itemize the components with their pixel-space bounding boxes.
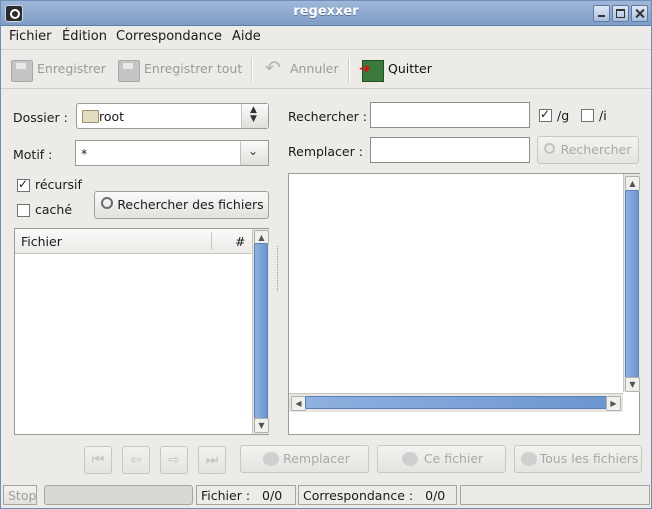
toolbar-separator — [348, 58, 350, 82]
save-all-button[interactable]: Enregistrer tout — [118, 60, 243, 82]
first-match-button[interactable]: ⏮ — [84, 446, 112, 474]
stop-button[interactable]: Stop — [3, 485, 37, 505]
column-header-count[interactable]: # — [235, 234, 245, 249]
next-match-button[interactable]: ⇨ — [160, 446, 188, 474]
quit-button[interactable]: Quitter — [359, 60, 432, 82]
save-all-label: Enregistrer tout — [144, 61, 243, 76]
title-bar: regexxer — [1, 1, 651, 26]
file-status-label: Fichier : — [201, 488, 251, 503]
scroll-thumb[interactable] — [305, 396, 607, 409]
pattern-combo[interactable]: * ⌄ — [75, 140, 269, 166]
match-status: Correspondance : 0/0 — [298, 485, 457, 505]
folder-chooser[interactable]: root ▲ ▼ — [76, 103, 269, 129]
scroll-right-arrow[interactable]: ▶ — [606, 396, 621, 411]
save-button[interactable]: Enregistrer — [11, 60, 106, 82]
folder-icon — [82, 110, 99, 123]
column-divider — [211, 232, 212, 250]
search-label: Rechercher : — [288, 109, 367, 124]
replace-icon — [402, 452, 418, 466]
toolbar-separator — [251, 58, 253, 82]
replace-icon — [521, 452, 537, 466]
scroll-thumb[interactable] — [254, 243, 268, 419]
last-match-button[interactable]: ⏭ — [198, 446, 226, 474]
scroll-down-arrow[interactable]: ▼ — [254, 418, 269, 433]
file-list-scrollbar[interactable]: ▲ ▼ — [252, 229, 269, 434]
flag-g-label: /g — [557, 108, 570, 123]
status-message — [460, 485, 650, 505]
search-input[interactable] — [370, 102, 530, 128]
scroll-down-arrow[interactable]: ▼ — [625, 377, 640, 392]
text-vertical-scrollbar[interactable]: ▲ ▼ — [623, 174, 640, 392]
pattern-label: Motif : — [13, 147, 53, 162]
file-list-header: Fichier # — [15, 229, 252, 254]
pattern-dropdown-toggle[interactable]: ⌄ — [240, 141, 268, 165]
back-arrow-icon: ⇦ — [130, 452, 142, 468]
first-icon: ⏮ — [91, 452, 105, 468]
replace-this-file-button[interactable]: Ce fichier — [377, 445, 506, 473]
save-label: Enregistrer — [37, 61, 106, 76]
menu-fichier[interactable]: Fichier — [9, 29, 52, 44]
replace-icon — [263, 452, 279, 466]
file-list[interactable]: Fichier # ▲ ▼ — [14, 228, 269, 435]
file-text-view[interactable]: ▲ ▼ ◀ ▶ — [288, 173, 640, 435]
menu-aide[interactable]: Aide — [232, 29, 261, 44]
minimize-button[interactable] — [593, 5, 610, 22]
last-icon: ⏭ — [205, 452, 219, 468]
replace-label: Remplacer : — [288, 144, 363, 159]
replace-input[interactable] — [370, 137, 530, 163]
save-all-icon — [118, 60, 140, 82]
menu-correspondance[interactable]: Correspondance — [116, 29, 222, 44]
undo-label: Annuler — [290, 61, 339, 76]
maximize-button[interactable] — [612, 5, 629, 22]
updown-icon: ▲ ▼ — [250, 105, 257, 124]
scroll-thumb[interactable] — [625, 190, 639, 378]
match-status-count: 0/0 — [425, 488, 446, 503]
pattern-value: * — [81, 146, 88, 161]
quit-icon — [359, 60, 384, 82]
toolbar: Enregistrer Enregistrer tout Annuler Qui… — [1, 50, 651, 89]
previous-match-button[interactable]: ⇦ — [122, 446, 150, 474]
folder-value: root — [99, 109, 125, 124]
search-button-label: Rechercher — [560, 142, 632, 157]
file-status: Fichier : 0/0 — [196, 485, 296, 505]
find-files-button[interactable]: Rechercher des fichiers — [94, 191, 269, 219]
replace-all-files-button[interactable]: Tous les fichiers — [514, 445, 642, 473]
hidden-checkbox[interactable] — [17, 204, 30, 217]
flag-i-label: /i — [599, 108, 607, 123]
match-status-label: Correspondance : — [303, 488, 414, 503]
column-header-file[interactable]: Fichier — [21, 234, 62, 249]
forward-arrow-icon: ⇨ — [168, 452, 180, 468]
search-icon — [101, 197, 113, 209]
flag-g-checkbox[interactable] — [539, 107, 552, 122]
flag-i-checkbox[interactable] — [581, 109, 594, 122]
scroll-left-arrow[interactable]: ◀ — [291, 396, 306, 411]
app-window: regexxer Fichier Édition Correspondance … — [0, 0, 652, 509]
recursive-label: récursif — [35, 177, 82, 192]
search-icon — [544, 143, 555, 154]
folder-chooser-toggle[interactable]: ▲ ▼ — [241, 104, 268, 128]
find-files-label: Rechercher des fichiers — [117, 197, 264, 212]
progress-bar — [44, 485, 193, 505]
folder-label: Dossier : — [13, 110, 68, 125]
recursive-checkbox[interactable] — [17, 177, 30, 192]
undo-button[interactable]: Annuler — [264, 57, 339, 80]
window-title: regexxer — [293, 4, 359, 19]
quit-label: Quitter — [388, 61, 432, 76]
replace-button[interactable]: Remplacer — [240, 445, 369, 473]
scroll-up-arrow[interactable]: ▲ — [625, 176, 640, 191]
close-button[interactable] — [631, 5, 648, 22]
menu-bar: Fichier Édition Correspondance Aide — [1, 26, 651, 50]
hidden-label: caché — [35, 202, 73, 217]
undo-icon — [264, 57, 284, 80]
save-icon — [11, 60, 33, 82]
chevron-down-icon: ⌄ — [248, 144, 259, 158]
file-status-count: 0/0 — [262, 488, 283, 503]
menu-edition[interactable]: Édition — [62, 29, 107, 44]
search-button[interactable]: Rechercher — [537, 136, 639, 164]
text-horizontal-scrollbar[interactable]: ◀ ▶ — [289, 393, 623, 412]
pane-resize-handle[interactable] — [277, 246, 280, 291]
